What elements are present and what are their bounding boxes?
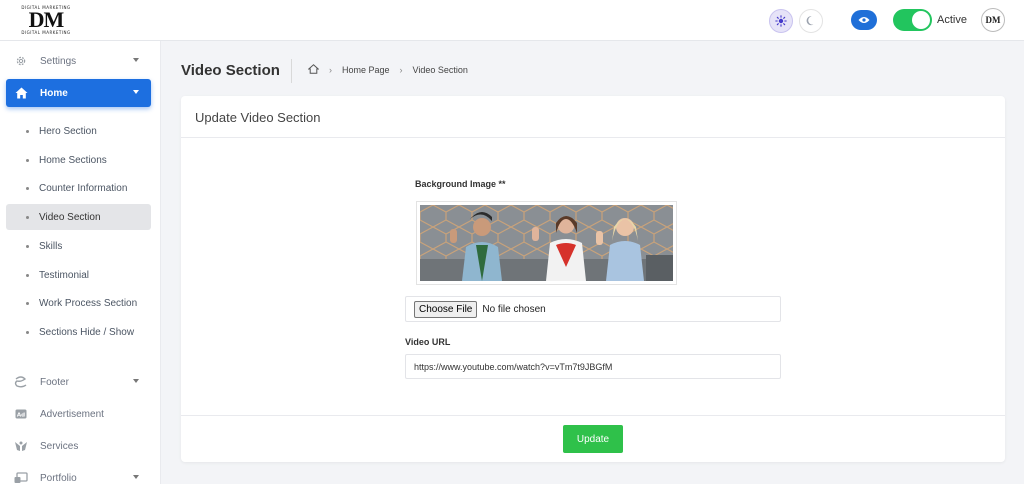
choose-file-button[interactable]: Choose File [414,300,478,318]
svg-text:Ad: Ad [17,412,25,418]
preview-site-button[interactable] [851,10,877,30]
sidebar-item-settings[interactable]: Settings [6,47,151,75]
sidebar-subitem-skills[interactable]: Skills [6,233,151,259]
subitem-label: Hero Section [39,125,97,137]
sidebar-item-home[interactable]: Home [6,79,151,107]
chevron-down-icon [133,58,139,62]
background-image-preview [416,201,677,285]
subitem-label: Video Section [39,211,101,223]
video-url-input[interactable] [405,354,781,379]
sidebar-subitem-counter-information[interactable]: Counter Information [6,175,151,201]
subitem-label: Sections Hide / Show [39,326,135,338]
update-video-card: Update Video Section Background Image ** [181,96,1005,462]
breadcrumb-current: Video Section [412,65,468,75]
background-image-file-input[interactable]: Choose File No file chosen [405,296,781,322]
chevron-down-icon [133,90,139,94]
ad-icon: Ad [14,407,28,421]
card-footer-divider [181,415,1005,416]
top-bar: DIGITAL MARKETING DM DIGITAL MARKETING A… [0,0,1024,41]
background-image-label: Background Image ** [415,179,506,189]
sidebar-item-label: Services [40,440,79,452]
subitem-label: Skills [39,240,63,252]
sidebar-subitem-testimonial[interactable]: Testimonial [6,262,151,288]
sidebar: Settings Home Hero Section Home Sections… [0,41,161,484]
active-status-label: Active [937,14,967,26]
page-title: Video Section [181,62,280,79]
chevron-down-icon [133,475,139,479]
team-photo-image [420,205,673,281]
subitem-label: Work Process Section [39,297,138,309]
avatar[interactable]: DM [981,8,1005,32]
video-url-label: Video URL [405,337,451,347]
sidebar-item-advertisement[interactable]: Ad Advertisement [6,400,151,428]
sidebar-subitem-video-section[interactable]: Video Section [6,204,151,230]
chevron-right-icon: › [329,65,332,75]
light-theme-button[interactable] [769,9,793,33]
eye-icon [858,17,870,23]
sidebar-item-label: Settings [40,55,77,67]
sidebar-subitem-hero-section[interactable]: Hero Section [6,118,151,144]
sidebar-item-portfolio[interactable]: Portfolio [6,464,151,484]
sidebar-item-label: Footer [40,376,69,388]
chevron-down-icon [133,379,139,383]
sidebar-subitem-sections-hide-show[interactable]: Sections Hide / Show [6,319,151,345]
gear-icon [14,54,28,68]
footer-icon [14,375,28,389]
home-icon[interactable] [307,64,320,76]
title-divider [291,59,292,83]
sidebar-subitem-home-sections[interactable]: Home Sections [6,147,151,173]
portfolio-icon [14,471,28,484]
logo-mark: DM [28,7,65,32]
file-status-text: No file chosen [482,303,546,315]
card-title: Update Video Section [195,110,321,125]
update-button[interactable]: Update [563,425,623,453]
sidebar-item-label: Portfolio [40,472,77,484]
sidebar-subitem-work-process-section[interactable]: Work Process Section [6,290,151,316]
sidebar-item-label: Advertisement [40,408,104,420]
chevron-right-icon: › [399,65,403,75]
logo-bottom-text: DIGITAL MARKETING [21,30,71,35]
subitem-label: Home Sections [39,154,107,166]
sidebar-item-services[interactable]: Services [6,432,151,460]
breadcrumb-home-link[interactable]: Home Page [342,65,390,75]
card-header: Update Video Section [181,96,1005,138]
sidebar-item-label: Home [40,87,68,99]
toggle-knob [912,11,930,29]
sun-icon [775,15,787,27]
home-icon [14,86,28,100]
breadcrumb: › Home Page › Video Section [307,64,468,76]
subitem-label: Testimonial [39,269,90,281]
sidebar-item-footer[interactable]: Footer [6,368,151,396]
hands-icon [14,439,28,453]
moon-icon [806,16,814,26]
dark-theme-button[interactable] [799,9,823,33]
subitem-label: Counter Information [39,182,128,194]
active-toggle[interactable] [893,9,932,31]
logo[interactable]: DIGITAL MARKETING DM DIGITAL MARKETING [13,3,79,37]
